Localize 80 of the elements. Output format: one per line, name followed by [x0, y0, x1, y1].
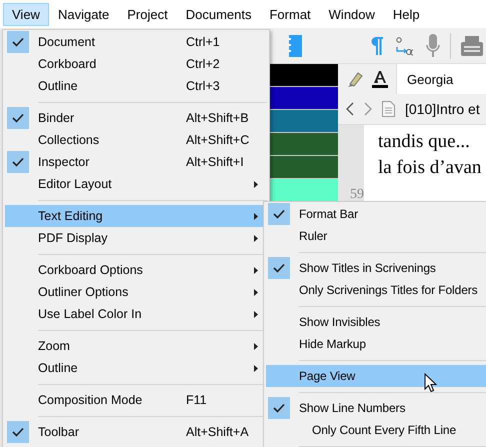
menu-item[interactable]: Editor Layout: [5, 173, 267, 195]
shortcut-label: Alt+Shift+C: [186, 133, 250, 147]
menu-item[interactable]: Composition Mode F11: [5, 389, 267, 411]
menu-item[interactable]: Show Titles in Scrivenings: [266, 257, 486, 279]
menu-item[interactable]: PDF Display: [5, 227, 267, 249]
editor-text-line: la fois d’avan: [378, 156, 482, 180]
menu-item-label: Page View: [299, 369, 356, 383]
font-color-icon[interactable]: [372, 70, 388, 88]
menu-item[interactable]: Format Bar: [266, 203, 486, 225]
pilcrow-icon[interactable]: [370, 36, 384, 56]
menu-item-label: Composition Mode: [38, 393, 142, 407]
document-title: [010]Intro et: [405, 101, 480, 117]
menu-item-label: Show Invisibles: [299, 315, 380, 329]
back-icon[interactable]: [346, 102, 354, 116]
menu-item-label: Text Editing: [38, 209, 103, 223]
menu-item-label: Only Count Every Fifth Line: [312, 423, 456, 437]
menu-item-label: Binder: [38, 111, 74, 125]
menu-item-label: Inspector: [38, 155, 90, 169]
menu-item-label: Corkboard Options: [38, 263, 143, 277]
document-icon[interactable]: [382, 101, 395, 117]
menu-item[interactable]: Binder Alt+Shift+B: [5, 107, 267, 129]
menu-item-label: Show Titles in Scrivenings: [299, 261, 436, 275]
menu-item[interactable]: Toolbar Alt+Shift+A: [5, 421, 267, 443]
menu-item-label: Outliner Options: [38, 285, 128, 299]
menu-title[interactable]: Format: [260, 2, 320, 26]
shortcut-label: Ctrl+1: [186, 35, 220, 49]
shortcut-label: Ctrl+2: [186, 57, 220, 71]
forward-icon[interactable]: [364, 102, 372, 116]
menu-item[interactable]: Document Ctrl+1: [5, 31, 267, 53]
menu-item[interactable]: Inspector Alt+Shift+I: [5, 151, 267, 173]
notebook-icon[interactable]: [288, 35, 302, 57]
menu-item[interactable]: Show Invisibles: [266, 311, 486, 333]
font-field[interactable]: Georgia: [396, 64, 486, 94]
menu-item-label: Outline: [38, 361, 78, 375]
menu-item-label: Hide Markup: [299, 337, 366, 351]
microphone-icon[interactable]: [426, 34, 440, 58]
menu-item[interactable]: Show Line Numbers: [266, 397, 486, 419]
menu-item-label: Editor Layout: [38, 177, 112, 191]
menu-item-label: Collections: [38, 133, 100, 147]
menu-item-label: Zoom: [38, 339, 70, 353]
menu-item[interactable]: Only Count Every Fifth Line: [266, 419, 486, 441]
menu-item[interactable]: Use Label Color In: [5, 303, 267, 325]
replace-text-icon[interactable]: [394, 35, 416, 57]
editor-text-line: tandis que...: [378, 130, 471, 154]
menu-item[interactable]: Only Scrivenings Titles for Folders: [266, 279, 486, 301]
menu-item-label: Toolbar: [38, 425, 79, 439]
shortcut-label: Ctrl+3: [186, 79, 220, 93]
menu-item-label: Document: [38, 35, 95, 49]
menu-item[interactable]: Ruler: [266, 225, 486, 247]
highlighter-icon[interactable]: [346, 70, 364, 88]
typewriter-icon[interactable]: [461, 36, 483, 56]
pointer-icon: [424, 373, 437, 393]
menu-item-label: Outline: [38, 79, 78, 93]
menu-item[interactable]: Corkboard Ctrl+2: [5, 53, 267, 75]
menu-title[interactable]: Navigate: [48, 2, 118, 26]
menu-item[interactable]: Outline Ctrl+3: [5, 75, 267, 97]
menu-item-label: Use Label Color In: [38, 307, 142, 321]
menu-title[interactable]: Project: [118, 2, 177, 26]
menu-item[interactable]: Hide Markup: [266, 333, 486, 355]
menu-title[interactable]: View: [3, 2, 49, 26]
menu-item-label: Format Bar: [299, 207, 358, 221]
shortcut-label: F11: [186, 393, 207, 407]
menu-item-label: Ruler: [299, 229, 328, 243]
menu-item-label: PDF Display: [38, 231, 108, 245]
menu-title[interactable]: Window: [320, 2, 384, 26]
shortcut-label: Alt+Shift+B: [186, 111, 249, 125]
menu-item[interactable]: Outline: [5, 357, 267, 379]
menu-item[interactable]: Page View: [266, 365, 486, 387]
menu-item-label: Show Line Numbers: [299, 401, 406, 415]
menu-title[interactable]: Help: [384, 2, 429, 26]
menu-item[interactable]: Collections Alt+Shift+C: [5, 129, 267, 151]
shortcut-label: Alt+Shift+I: [186, 155, 244, 169]
menu-item[interactable]: Corkboard Options: [5, 259, 267, 281]
menu-item-label: Corkboard: [38, 57, 96, 71]
menu-item-label: Only Scrivenings Titles for Folders: [299, 283, 478, 297]
line-number: 59: [350, 187, 364, 203]
menu-title[interactable]: Documents: [176, 2, 260, 26]
shortcut-label: Alt+Shift+A: [186, 425, 249, 439]
menu-item[interactable]: Zoom: [5, 335, 267, 357]
menu-item[interactable]: Outliner Options: [5, 281, 267, 303]
